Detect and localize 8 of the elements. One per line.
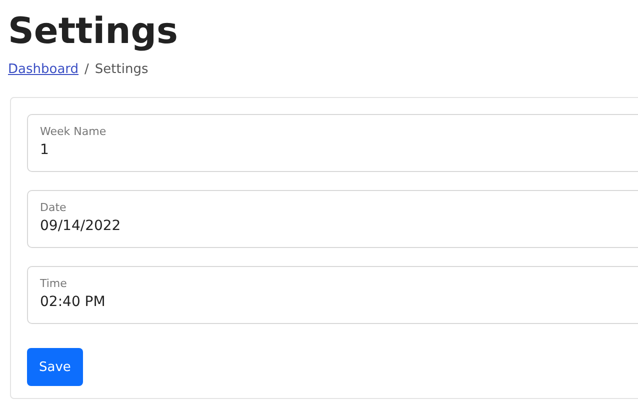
- save-button[interactable]: Save: [27, 348, 83, 386]
- breadcrumb-link[interactable]: Dashboard: [8, 62, 79, 77]
- breadcrumb-current: Settings: [94, 62, 148, 77]
- page-title: Settings: [8, 10, 179, 54]
- input-field[interactable]: Date 09/14/2022: [27, 190, 638, 248]
- input-field[interactable]: Time 02:40 PM: [27, 266, 638, 324]
- breadcrumb-separator: /: [84, 62, 89, 77]
- input-field[interactable]: Week Name 1: [27, 114, 638, 172]
